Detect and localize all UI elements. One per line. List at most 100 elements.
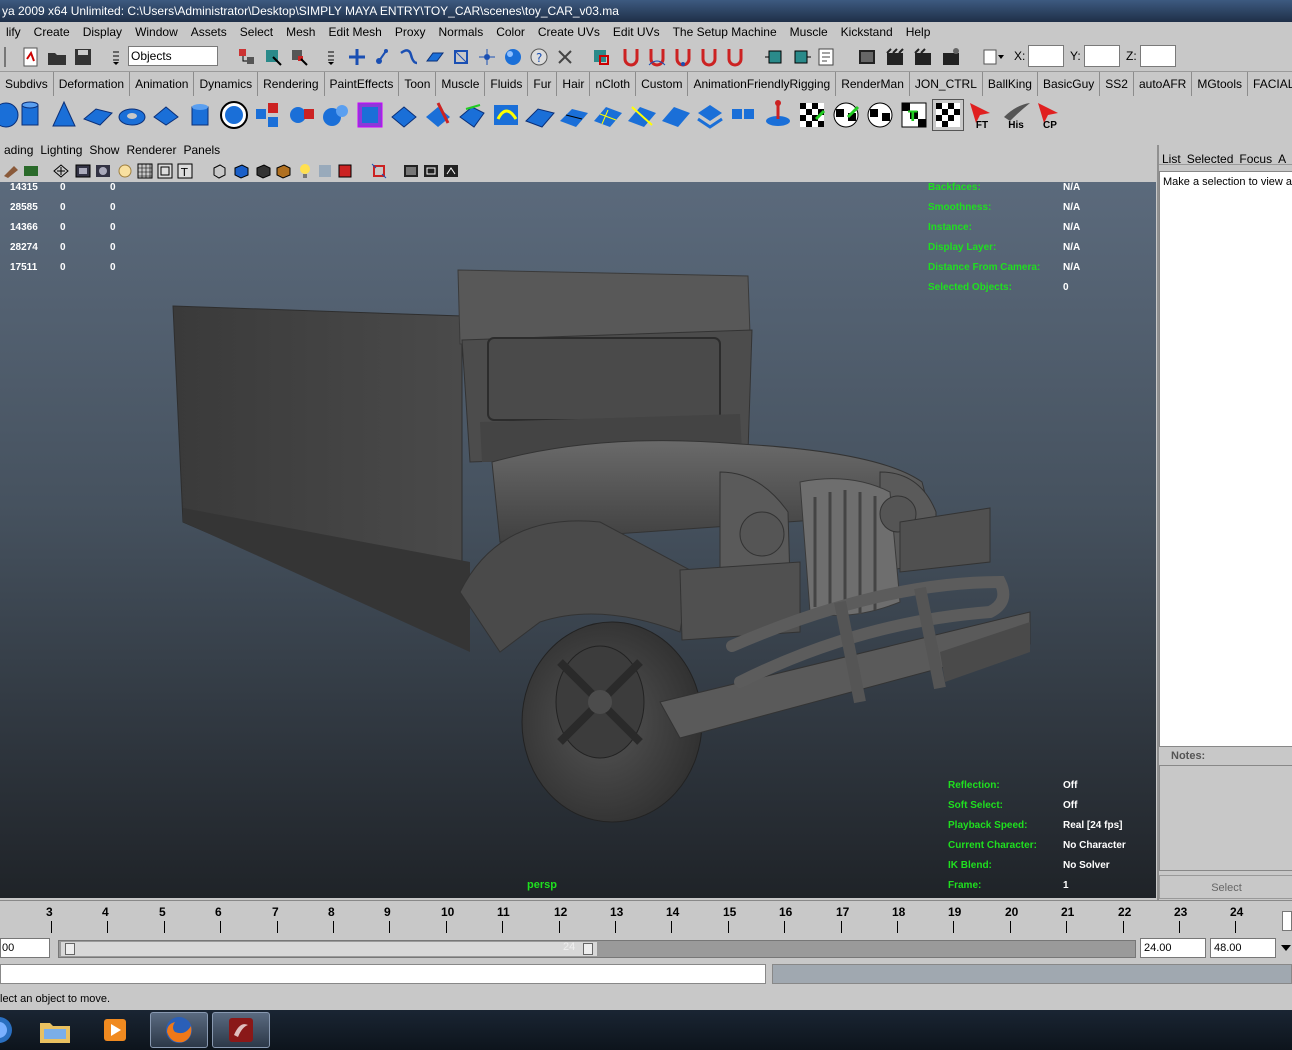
lock-selection-icon[interactable]	[554, 46, 576, 68]
flat-shade-icon[interactable]	[254, 162, 272, 180]
shelf-tab-animationfriendlyrigging[interactable]: AnimationFriendlyRigging	[688, 72, 837, 96]
textured-icon[interactable]	[274, 162, 292, 180]
ipr-render-icon[interactable]	[912, 46, 934, 68]
shelf-tab-facial-blink[interactable]: FACIAL_BLINK	[1248, 72, 1292, 96]
his-tool-button[interactable]: His	[1000, 99, 1032, 131]
z-input[interactable]	[1140, 45, 1176, 67]
select-object-icon[interactable]	[262, 46, 284, 68]
shelf-tab-ncloth[interactable]: nCloth	[590, 72, 637, 96]
render-view-icon[interactable]	[856, 46, 878, 68]
select-misc-icon[interactable]: ?	[528, 46, 550, 68]
poly-cone-icon[interactable]	[48, 99, 80, 131]
shelf-tab-subdivs[interactable]: Subdivs	[0, 72, 54, 96]
smooth-shade-icon[interactable]	[232, 162, 250, 180]
menu-edit-mesh[interactable]: Edit Mesh	[322, 22, 388, 42]
select-dynamics-icon[interactable]	[476, 46, 498, 68]
panel-menu-show[interactable]: Show	[85, 141, 122, 159]
attr-menu-selected[interactable]: Selected	[1184, 145, 1237, 164]
camera-bookmark-icon[interactable]	[22, 162, 40, 180]
shelf-tab-jon-ctrl[interactable]: JON_CTRL	[910, 72, 983, 96]
append-icon[interactable]	[456, 99, 488, 131]
menu-mesh[interactable]: Mesh	[280, 22, 322, 42]
command-input[interactable]	[0, 964, 766, 984]
shelf-tab-renderman[interactable]: RenderMan	[836, 72, 910, 96]
extract-icon[interactable]	[320, 99, 352, 131]
render-frame-icon[interactable]	[884, 46, 906, 68]
range-start-field[interactable]: 00	[0, 938, 50, 958]
output-ops-icon[interactable]	[790, 46, 812, 68]
menu-select[interactable]: Select	[234, 22, 280, 42]
anim-end-field[interactable]: 48.00	[1210, 938, 1276, 958]
shelf-tab-ss2[interactable]: SS2	[1100, 72, 1134, 96]
save-scene-icon[interactable]	[72, 46, 94, 68]
attr-select-button[interactable]: Select	[1159, 875, 1292, 899]
checker-rig-icon-5[interactable]	[932, 99, 964, 131]
range-slider-bar[interactable]	[61, 942, 597, 956]
shelf-tab-mgtools[interactable]: MGtools	[1192, 72, 1249, 96]
range-end-field[interactable]: 24.00	[1140, 938, 1206, 958]
selection-mode-dropdown[interactable]: Objects	[128, 46, 218, 66]
shelf-tab-ballking[interactable]: BallKing	[983, 72, 1038, 96]
mask-menu-icon[interactable]	[322, 46, 340, 68]
poly-cylinder-icon[interactable]	[14, 99, 46, 131]
ft-tool-button[interactable]: FT	[966, 99, 998, 131]
menu-normals[interactable]: Normals	[433, 22, 491, 42]
checker-rig-icon-1[interactable]	[796, 99, 828, 131]
select-component-icon[interactable]	[288, 46, 310, 68]
smooth-icon[interactable]	[354, 99, 386, 131]
menu-create[interactable]: Create	[28, 22, 77, 42]
poly-prism-icon[interactable]	[150, 99, 182, 131]
range-slider-track[interactable]: 24	[58, 940, 1136, 958]
menu-assets[interactable]: Assets	[185, 22, 234, 42]
resolution-gate-icon[interactable]	[94, 162, 112, 180]
render-region-icon[interactable]	[422, 162, 440, 180]
snap-point-icon[interactable]	[672, 46, 694, 68]
shelf-tab-basicguy[interactable]: BasicGuy	[1038, 72, 1101, 96]
select-deformations-icon[interactable]	[450, 46, 472, 68]
menu-edit-uvs[interactable]: Edit UVs	[607, 22, 667, 42]
transform-component-icon[interactable]	[762, 99, 794, 131]
shelf-tab-dynamics[interactable]: Dynamics	[194, 72, 259, 96]
menu-proxy[interactable]: Proxy	[389, 22, 433, 42]
select-hierarchy-icon[interactable]	[236, 46, 258, 68]
panel-menu-panels[interactable]: Panels	[179, 141, 223, 159]
cp-tool-button[interactable]: CP	[1034, 99, 1066, 131]
add-divisions-icon[interactable]	[592, 99, 624, 131]
range-slider-end-handle[interactable]	[583, 943, 593, 955]
poly-pipe-icon[interactable]	[184, 99, 216, 131]
gate-mask-icon[interactable]	[116, 162, 134, 180]
render-settings-icon[interactable]	[940, 46, 962, 68]
isolate-select-icon[interactable]	[370, 162, 388, 180]
insert-edge-loop-icon[interactable]	[524, 99, 556, 131]
wedge-faces-icon[interactable]	[660, 99, 692, 131]
attr-menu-list[interactable]: List	[1159, 145, 1184, 164]
menu-display[interactable]: Display	[77, 22, 129, 42]
highlight-selection-icon[interactable]	[590, 46, 612, 68]
select-rendering-icon[interactable]	[502, 46, 524, 68]
shelf-tab-hair[interactable]: Hair	[557, 72, 591, 96]
notes-textarea[interactable]	[1159, 765, 1292, 871]
new-scene-icon[interactable]	[20, 46, 42, 68]
safe-action-icon[interactable]	[156, 162, 174, 180]
safe-title-icon[interactable]: T	[176, 162, 194, 180]
open-scene-icon[interactable]	[46, 46, 68, 68]
menu-help[interactable]: Help	[900, 22, 938, 42]
shelf-tab-fluids[interactable]: Fluids	[485, 72, 529, 96]
grid-toggle-icon[interactable]	[52, 162, 70, 180]
shelf-tab-custom[interactable]: Custom	[636, 72, 689, 96]
menu-modify[interactable]: lify	[0, 22, 28, 42]
poke-faces-icon[interactable]	[694, 99, 726, 131]
camera-attributes-icon[interactable]	[2, 162, 20, 180]
combine-icon[interactable]	[252, 99, 284, 131]
split-polygon-icon[interactable]	[490, 99, 522, 131]
range-menu-arrow-icon[interactable]	[1280, 942, 1292, 957]
duplicate-face-icon[interactable]	[728, 99, 760, 131]
film-gate-icon[interactable]	[74, 162, 92, 180]
offset-edge-icon[interactable]	[558, 99, 590, 131]
xray-icon[interactable]	[336, 162, 354, 180]
snap-view-plane-icon[interactable]	[698, 46, 720, 68]
menu-muscle[interactable]: Muscle	[784, 22, 835, 42]
poly-torus-icon[interactable]	[116, 99, 148, 131]
y-input[interactable]	[1084, 45, 1120, 67]
shelf-tab-painteffects[interactable]: PaintEffects	[325, 72, 400, 96]
